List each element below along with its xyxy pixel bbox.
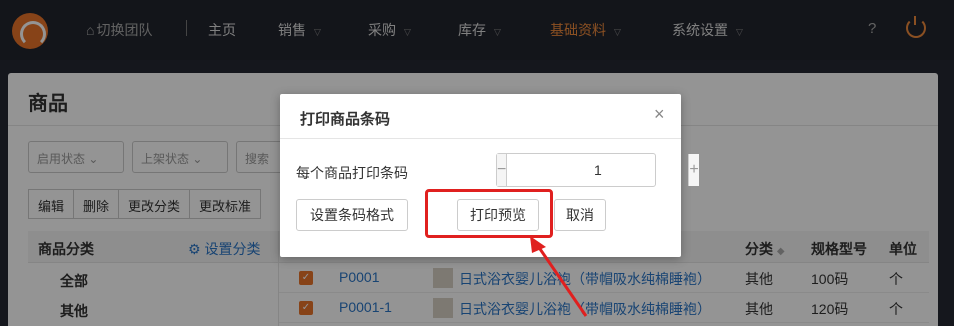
annotation-arrow [530,236,588,317]
